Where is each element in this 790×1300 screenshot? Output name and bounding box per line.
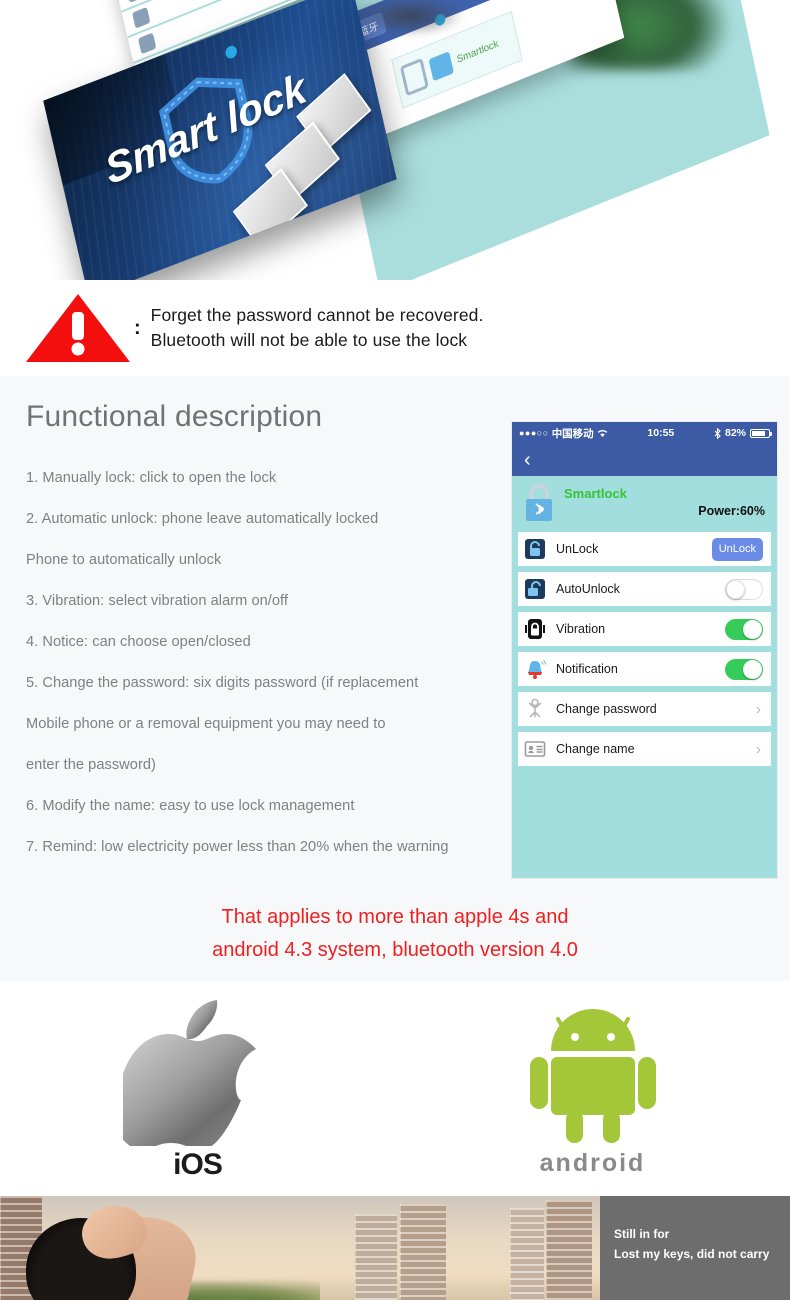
status-bar: ●●●○○ 中国移动 10:55 82% [512, 422, 777, 444]
list-icon [137, 32, 157, 55]
unlock-button[interactable]: UnLock [711, 537, 763, 561]
building [546, 1200, 592, 1300]
row-label: AutoUnlock [556, 582, 620, 596]
row-label: Vibration [556, 622, 606, 636]
banner-app-splash: Smart lock [43, 0, 397, 280]
warning-line-2: Bluetooth will not be able to use the lo… [150, 330, 468, 350]
feature-item: Mobile phone or a removal equipment you … [26, 716, 386, 732]
chevron-right-icon: › [756, 700, 761, 718]
feature-item: 1. Manually lock: click to open the lock [26, 470, 277, 486]
warning-separator: : [134, 317, 141, 339]
hero-banner: Change 设置 蓝牙 搜索 Smartlock [0, 0, 790, 280]
warning-triangle-icon [26, 294, 130, 362]
lock-vibrate-icon [525, 619, 545, 639]
row-change-name[interactable]: Change name › [518, 732, 771, 766]
device-name: Smartlock [564, 486, 627, 501]
vibration-toggle[interactable] [725, 618, 763, 640]
device-header: Smartlock Power:60% [512, 476, 777, 532]
back-button[interactable]: ‹ [524, 450, 531, 470]
settings-list: UnLock UnLock AutoUnlock Vibration Notif… [512, 532, 777, 766]
row-notification[interactable]: Notification [518, 652, 771, 686]
battery-icon [750, 428, 772, 438]
row-change-password[interactable]: Change password › [518, 692, 771, 726]
compatibility-note: That applies to more than apple 4s and a… [0, 901, 790, 967]
platform-label: iOS [173, 1147, 223, 1181]
row-label: Change name [556, 742, 635, 756]
bluetooth-badge-icon [428, 51, 454, 82]
row-label: UnLock [556, 542, 599, 556]
warning-notice: : Forget the password cannot be recovere… [0, 280, 790, 376]
id-card-icon [524, 741, 546, 757]
lock-hand-icon [525, 539, 545, 559]
list-icon [126, 0, 145, 3]
device-power-label: Power:60% [698, 504, 765, 518]
warning-text: Forget the password cannot be recovered.… [151, 303, 484, 353]
padlock-bluetooth-icon [526, 484, 552, 521]
bluetooth-icon [714, 427, 721, 439]
apple-logo-icon [122, 999, 256, 1146]
feature-item: 6. Modify the name: easy to use lock man… [26, 798, 355, 814]
lifestyle-photo: Still in for Lost my keys, did not carry [0, 1196, 790, 1300]
wifi-icon [597, 429, 607, 437]
row-autounlock[interactable]: AutoUnlock [518, 572, 771, 606]
carrier-label: 中国移动 [551, 427, 594, 440]
row-unlock[interactable]: UnLock UnLock [518, 532, 771, 566]
keys-icon [528, 698, 542, 718]
caption-line-2: Lost my keys, did not carry [614, 1247, 770, 1261]
app-screen-mockup: ●●●○○ 中国移动 10:55 82% ‹ Smartlock Power:6… [512, 422, 777, 878]
row-label: Change password [556, 702, 657, 716]
warning-line-1: Forget the password cannot be recovered. [150, 305, 484, 325]
compatibility-line-2: android 4.3 system, bluetooth version 4.… [212, 939, 578, 961]
feature-item: 4. Notice: can choose open/closed [26, 634, 251, 650]
platform-ios: iOS [0, 981, 395, 1196]
feature-item: 7. Remind: low electricity power less th… [26, 839, 449, 855]
navigation-bar: ‹ [512, 444, 777, 476]
feature-item: enter the password) [26, 757, 156, 773]
feature-item: Phone to automatically unlock [26, 552, 222, 568]
caption-line-1: Still in for [614, 1227, 670, 1241]
platform-android: android [395, 981, 790, 1196]
compatibility-line-1: That applies to more than apple 4s and [221, 906, 569, 928]
list-icon [132, 6, 151, 29]
lock-open-icon [525, 579, 545, 599]
photo-caption-panel: Still in for Lost my keys, did not carry [600, 1196, 790, 1300]
padlock-icon [399, 57, 429, 97]
notification-toggle[interactable] [725, 658, 763, 680]
building [510, 1208, 544, 1300]
feature-item: 2. Automatic unlock: phone leave automat… [26, 511, 379, 527]
row-label: Notification [556, 662, 618, 676]
status-time: 10:55 [647, 427, 675, 439]
product-detail-page: Change 设置 蓝牙 搜索 Smartlock [0, 0, 790, 1300]
supported-platforms: iOS android [0, 981, 790, 1196]
building [355, 1214, 397, 1300]
chevron-right-icon: › [756, 740, 761, 758]
autounlock-toggle[interactable] [725, 578, 763, 600]
bell-icon [528, 660, 546, 679]
feature-item: 5. Change the password: six digits passw… [26, 675, 419, 691]
signal-strength-icon: ●●●○○ [519, 428, 549, 438]
row-vibration[interactable]: Vibration [518, 612, 771, 646]
banner-shadow-smudge [355, 0, 465, 36]
battery-percent-label: 82% [724, 427, 746, 439]
feature-list: 1. Manually lock: click to open the lock… [26, 458, 504, 868]
banner-mid-card-title: Smartlock [455, 37, 500, 66]
platform-label: android [539, 1149, 646, 1177]
android-robot-icon [529, 1009, 656, 1143]
feature-item: 3. Vibration: select vibration alarm on/… [26, 593, 289, 609]
building [400, 1204, 446, 1300]
